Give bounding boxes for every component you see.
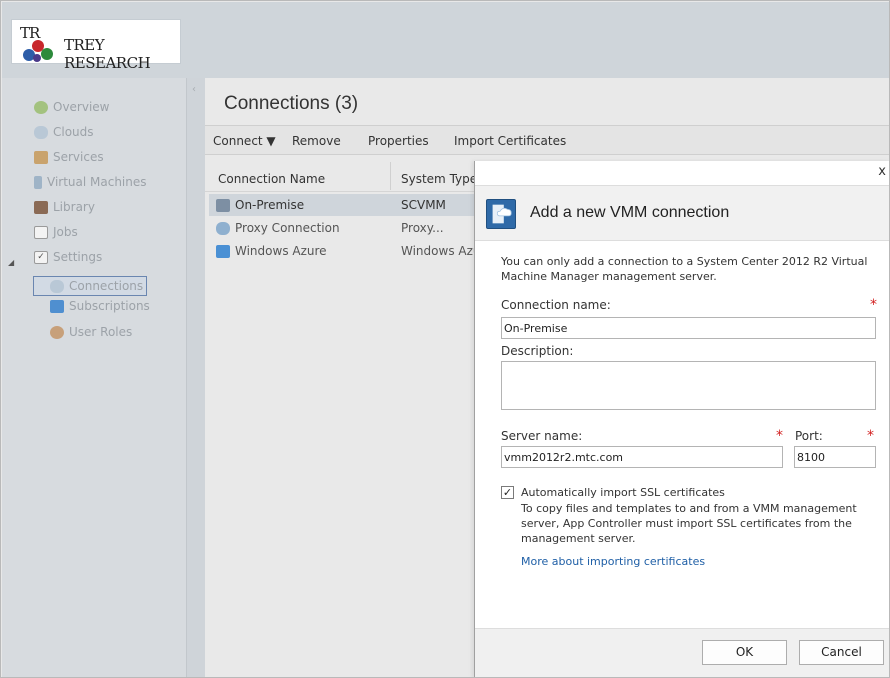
- user-roles-icon: [50, 325, 64, 339]
- logo-dots-icon: [23, 40, 53, 62]
- port-field[interactable]: 8100: [794, 446, 876, 468]
- ssl-checkbox-label: Automatically import SSL certificates: [521, 486, 725, 499]
- pane-splitter[interactable]: ‹: [187, 78, 205, 677]
- overview-icon: [34, 100, 48, 114]
- cancel-button[interactable]: Cancel: [799, 640, 884, 665]
- row-type: Proxy...: [401, 221, 444, 235]
- sidebar-item-subscriptions[interactable]: Subscriptions: [50, 297, 150, 315]
- sidebar-item-clouds[interactable]: Clouds: [34, 123, 94, 141]
- connection-name-label: Connection name:: [501, 298, 611, 312]
- sidebar-item-label: Jobs: [53, 225, 78, 239]
- required-marker: *: [870, 297, 877, 313]
- port-label: Port:: [795, 429, 823, 443]
- column-header-connection-name[interactable]: Connection Name: [218, 172, 325, 186]
- connect-button[interactable]: Connect ▼: [213, 134, 276, 148]
- row-name-cell: Windows Azure: [216, 244, 327, 258]
- required-marker: *: [867, 428, 874, 444]
- splitter-handle-icon[interactable]: ‹: [192, 84, 196, 95]
- column-separator: [390, 162, 391, 190]
- row-name-cell: On-Premise: [216, 198, 304, 212]
- dialog-note: You can only add a connection to a Syste…: [501, 255, 868, 283]
- certificates-help-link[interactable]: More about importing certificates: [521, 555, 705, 568]
- trey-research-logo: TR TREY RESEARCH: [11, 19, 181, 72]
- sidebar-item-overview[interactable]: Overview: [34, 98, 110, 116]
- vm-icon: [34, 175, 42, 189]
- sidebar-item-library[interactable]: Library: [34, 198, 95, 216]
- sidebar-item-label: Library: [53, 200, 95, 214]
- logo-text: TREY RESEARCH: [64, 36, 151, 72]
- sidebar-item-label: Virtual Machines: [47, 175, 147, 189]
- ok-button[interactable]: OK: [702, 640, 787, 665]
- server-name-label: Server name:: [501, 429, 583, 443]
- row-name: Proxy Connection: [235, 221, 340, 235]
- page-title: Connections (3): [224, 93, 359, 114]
- cloud-icon: [34, 125, 48, 139]
- required-marker: *: [776, 428, 783, 444]
- description-label: Description:: [501, 344, 574, 358]
- server-name-field[interactable]: vmm2012r2.mtc.com: [501, 446, 783, 468]
- connections-icon: [50, 279, 64, 293]
- sidebar-item-label: Settings: [53, 250, 103, 264]
- dialog-header: Add a new VMM connection: [475, 185, 889, 241]
- description-field[interactable]: [501, 361, 876, 410]
- dialog-footer: OK Cancel: [475, 628, 889, 677]
- row-name: On-Premise: [235, 198, 305, 212]
- close-icon[interactable]: x: [878, 164, 886, 179]
- sidebar-item-services[interactable]: Services: [34, 148, 104, 166]
- add-vmm-connection-dialog: x Add a new VMM connection You can only …: [474, 161, 889, 677]
- library-icon: [34, 200, 48, 214]
- properties-button[interactable]: Properties: [368, 134, 429, 148]
- remove-button[interactable]: Remove: [292, 134, 341, 148]
- azure-icon: [216, 244, 230, 258]
- app-window: TR TREY RESEARCH ◢ Overview Clouds Servi…: [0, 0, 890, 678]
- sidebar-item-label: Connections: [69, 279, 144, 293]
- row-name-cell: Proxy Connection: [216, 221, 340, 235]
- connection-name-field[interactable]: On-Premise: [501, 317, 876, 339]
- jobs-icon: [34, 225, 48, 239]
- sidebar: ◢ Overview Clouds Services Virtual Machi…: [2, 78, 187, 677]
- sidebar-item-connections[interactable]: Connections: [50, 277, 143, 295]
- sidebar-item-label: Subscriptions: [69, 299, 150, 313]
- sidebar-item-virtual-machines[interactable]: Virtual Machines: [34, 173, 147, 191]
- sidebar-item-label: Services: [53, 150, 104, 164]
- subscriptions-icon: [50, 299, 64, 313]
- toolbar: Connect ▼ Remove Properties Import Certi…: [205, 125, 889, 155]
- ssl-description: To copy files and templates to and from …: [521, 502, 857, 545]
- sidebar-item-settings[interactable]: ✓ Settings: [34, 248, 102, 266]
- row-type: SCVMM: [401, 198, 446, 212]
- row-name: Windows Azure: [235, 244, 327, 258]
- ssl-checkbox[interactable]: ✓: [501, 486, 514, 499]
- sidebar-item-label: Clouds: [53, 125, 94, 139]
- column-header-system-type[interactable]: System Type: [401, 172, 477, 186]
- services-icon: [34, 150, 48, 164]
- settings-icon: ✓: [34, 250, 48, 264]
- vmm-connection-icon: [486, 199, 516, 229]
- import-certificates-button[interactable]: Import Certificates: [454, 134, 566, 148]
- dialog-title: Add a new VMM connection: [530, 204, 730, 221]
- sidebar-item-user-roles[interactable]: User Roles: [50, 323, 132, 341]
- collapse-triangle-icon[interactable]: ◢: [8, 258, 14, 267]
- proxy-icon: [216, 221, 230, 235]
- sidebar-item-jobs[interactable]: Jobs: [34, 223, 78, 241]
- top-header: TR TREY RESEARCH: [2, 2, 889, 78]
- sidebar-item-label: User Roles: [69, 325, 133, 339]
- sidebar-item-label: Overview: [53, 100, 110, 114]
- scvmm-icon: [216, 198, 230, 212]
- row-type: Windows Azur: [401, 244, 486, 258]
